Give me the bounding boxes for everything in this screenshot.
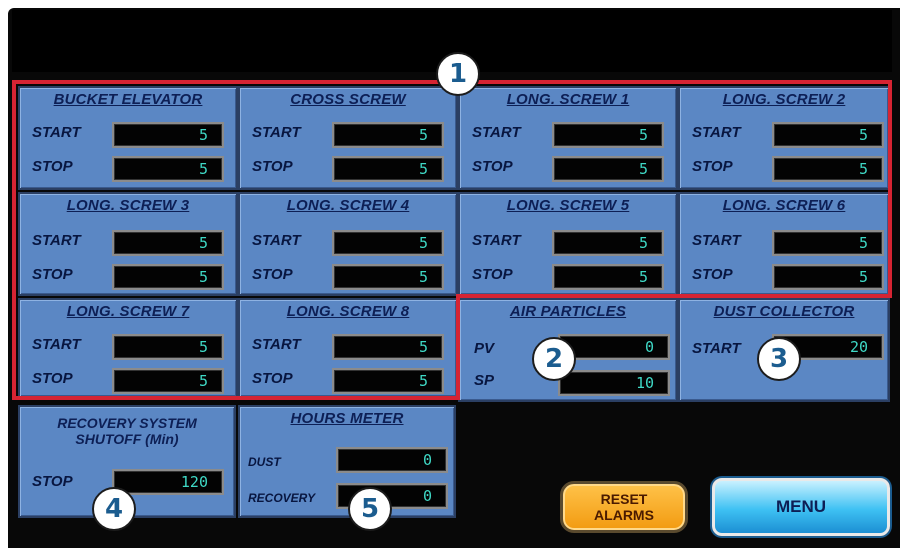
panel-title: LONG. SCREW 4 — [286, 197, 410, 214]
panel-title: HOURS METER — [290, 410, 404, 427]
pv-label: PV — [474, 340, 495, 357]
start-value-display[interactable]: 5 — [772, 230, 884, 256]
start-label: START — [692, 340, 741, 357]
panel-title: DUST COLLECTOR — [713, 303, 855, 320]
start-value-display[interactable]: 5 — [552, 122, 664, 148]
callout-marker-1: 1 — [436, 52, 480, 96]
title-line-1: RECOVERY SYSTEM — [57, 415, 197, 431]
stop-value-display[interactable]: 5 — [332, 264, 444, 290]
panel-title: LONG. SCREW 5 — [506, 197, 630, 214]
sp-label: SP — [474, 372, 495, 389]
stop-value-display[interactable]: 5 — [552, 264, 664, 290]
start-label: START — [252, 336, 301, 353]
start-label: START — [32, 232, 81, 249]
panel-long-screw-8: LONG. SCREW 8 START STOP 5 5 — [238, 298, 458, 398]
stop-value-display[interactable]: 5 — [772, 156, 884, 182]
stop-label: STOP — [252, 370, 293, 387]
panel-title: LONG. SCREW 3 — [66, 197, 190, 214]
stop-label: STOP — [32, 473, 73, 490]
start-value-display[interactable]: 5 — [112, 334, 224, 360]
start-label: START — [32, 124, 81, 141]
callout-marker-4: 4 — [92, 487, 136, 531]
reset-alarms-button[interactable]: RESET ALARMS — [560, 481, 688, 533]
highlight-left-edge — [12, 80, 16, 400]
start-value-display[interactable]: 5 — [332, 334, 444, 360]
stop-label: STOP — [32, 370, 73, 387]
panel-title: BUCKET ELEVATOR — [53, 91, 203, 108]
stop-label: STOP — [252, 158, 293, 175]
start-value-display[interactable]: 5 — [332, 230, 444, 256]
stop-value-display[interactable]: 5 — [332, 368, 444, 394]
panel-title: LONG. SCREW 1 — [506, 91, 630, 108]
panel-long-screw-1: LONG. SCREW 1 START STOP 5 5 — [458, 86, 678, 190]
recovery-label: RECOVERY — [248, 491, 316, 505]
reset-label-line-2: ALARMS — [594, 507, 654, 523]
stop-label: STOP — [32, 158, 73, 175]
start-label: START — [472, 232, 521, 249]
dust-label: DUST — [248, 455, 281, 469]
start-label: START — [252, 232, 301, 249]
highlight-bottom-edge — [12, 396, 460, 400]
callout-marker-2: 2 — [532, 337, 576, 381]
stop-value-display[interactable]: 5 — [112, 368, 224, 394]
start-label: START — [692, 124, 741, 141]
start-value-display[interactable]: 5 — [772, 122, 884, 148]
highlight-right-edge — [888, 80, 892, 298]
panel-long-screw-5: LONG. SCREW 5 START STOP 5 5 — [458, 192, 678, 296]
start-value-display[interactable]: 5 — [112, 122, 224, 148]
panel-title: LONG. SCREW 8 — [286, 303, 410, 320]
panel-title: CROSS SCREW — [290, 91, 406, 108]
panel-long-screw-6: LONG. SCREW 6 START STOP 5 5 — [678, 192, 890, 296]
stop-label: STOP — [252, 266, 293, 283]
dust-hours-display: 0 — [336, 447, 448, 473]
panel-title: LONG. SCREW 7 — [66, 303, 190, 320]
highlight-inner-edge — [456, 294, 460, 400]
stop-value-display[interactable]: 5 — [112, 156, 224, 182]
stop-value-display[interactable]: 120 — [112, 469, 224, 495]
stop-value-display[interactable]: 5 — [552, 156, 664, 182]
panel-title: AIR PARTICLES — [509, 303, 627, 320]
panel-long-screw-3: LONG. SCREW 3 START STOP 5 5 — [18, 192, 238, 296]
stop-label: STOP — [472, 266, 513, 283]
sp-value-display[interactable]: 10 — [558, 370, 670, 396]
stop-label: STOP — [472, 158, 513, 175]
stop-value-display[interactable]: 5 — [772, 264, 884, 290]
reset-label-line-1: RESET — [600, 491, 648, 507]
stop-label: STOP — [692, 266, 733, 283]
stop-value-display[interactable]: 5 — [112, 264, 224, 290]
panel-long-screw-2: LONG. SCREW 2 START STOP 5 5 — [678, 86, 890, 190]
stop-label: STOP — [692, 158, 733, 175]
panel-long-screw-4: LONG. SCREW 4 START STOP 5 5 — [238, 192, 458, 296]
start-label: START — [472, 124, 521, 141]
callout-marker-3: 3 — [757, 337, 801, 381]
title-line-2: SHUTOFF (Min) — [75, 431, 179, 447]
panel-title: RECOVERY SYSTEM SHUTOFF (Min) — [20, 415, 234, 447]
panel-title: LONG. SCREW 2 — [722, 91, 846, 108]
start-label: START — [692, 232, 741, 249]
menu-button[interactable]: MENU — [712, 478, 890, 536]
callout-marker-5: 5 — [348, 487, 392, 531]
start-value-display[interactable]: 5 — [552, 230, 664, 256]
start-value-display[interactable]: 5 — [112, 230, 224, 256]
start-label: START — [32, 336, 81, 353]
stop-value-display[interactable]: 5 — [332, 156, 444, 182]
panel-title: LONG. SCREW 6 — [722, 197, 846, 214]
screen: BUCKET ELEVATOR START STOP 5 5 CROSS SCR… — [0, 0, 900, 548]
stop-label: STOP — [32, 266, 73, 283]
panel-long-screw-7: LONG. SCREW 7 START STOP 5 5 — [18, 298, 238, 398]
highlight-step-edge — [456, 294, 892, 298]
start-label: START — [252, 124, 301, 141]
panel-cross-screw: CROSS SCREW START STOP 5 5 — [238, 86, 458, 190]
start-value-display[interactable]: 5 — [332, 122, 444, 148]
panel-hours-meter: HOURS METER DUST RECOVERY 0 0 — [238, 405, 456, 518]
panel-bucket-elevator: BUCKET ELEVATOR START STOP 5 5 — [18, 86, 238, 190]
